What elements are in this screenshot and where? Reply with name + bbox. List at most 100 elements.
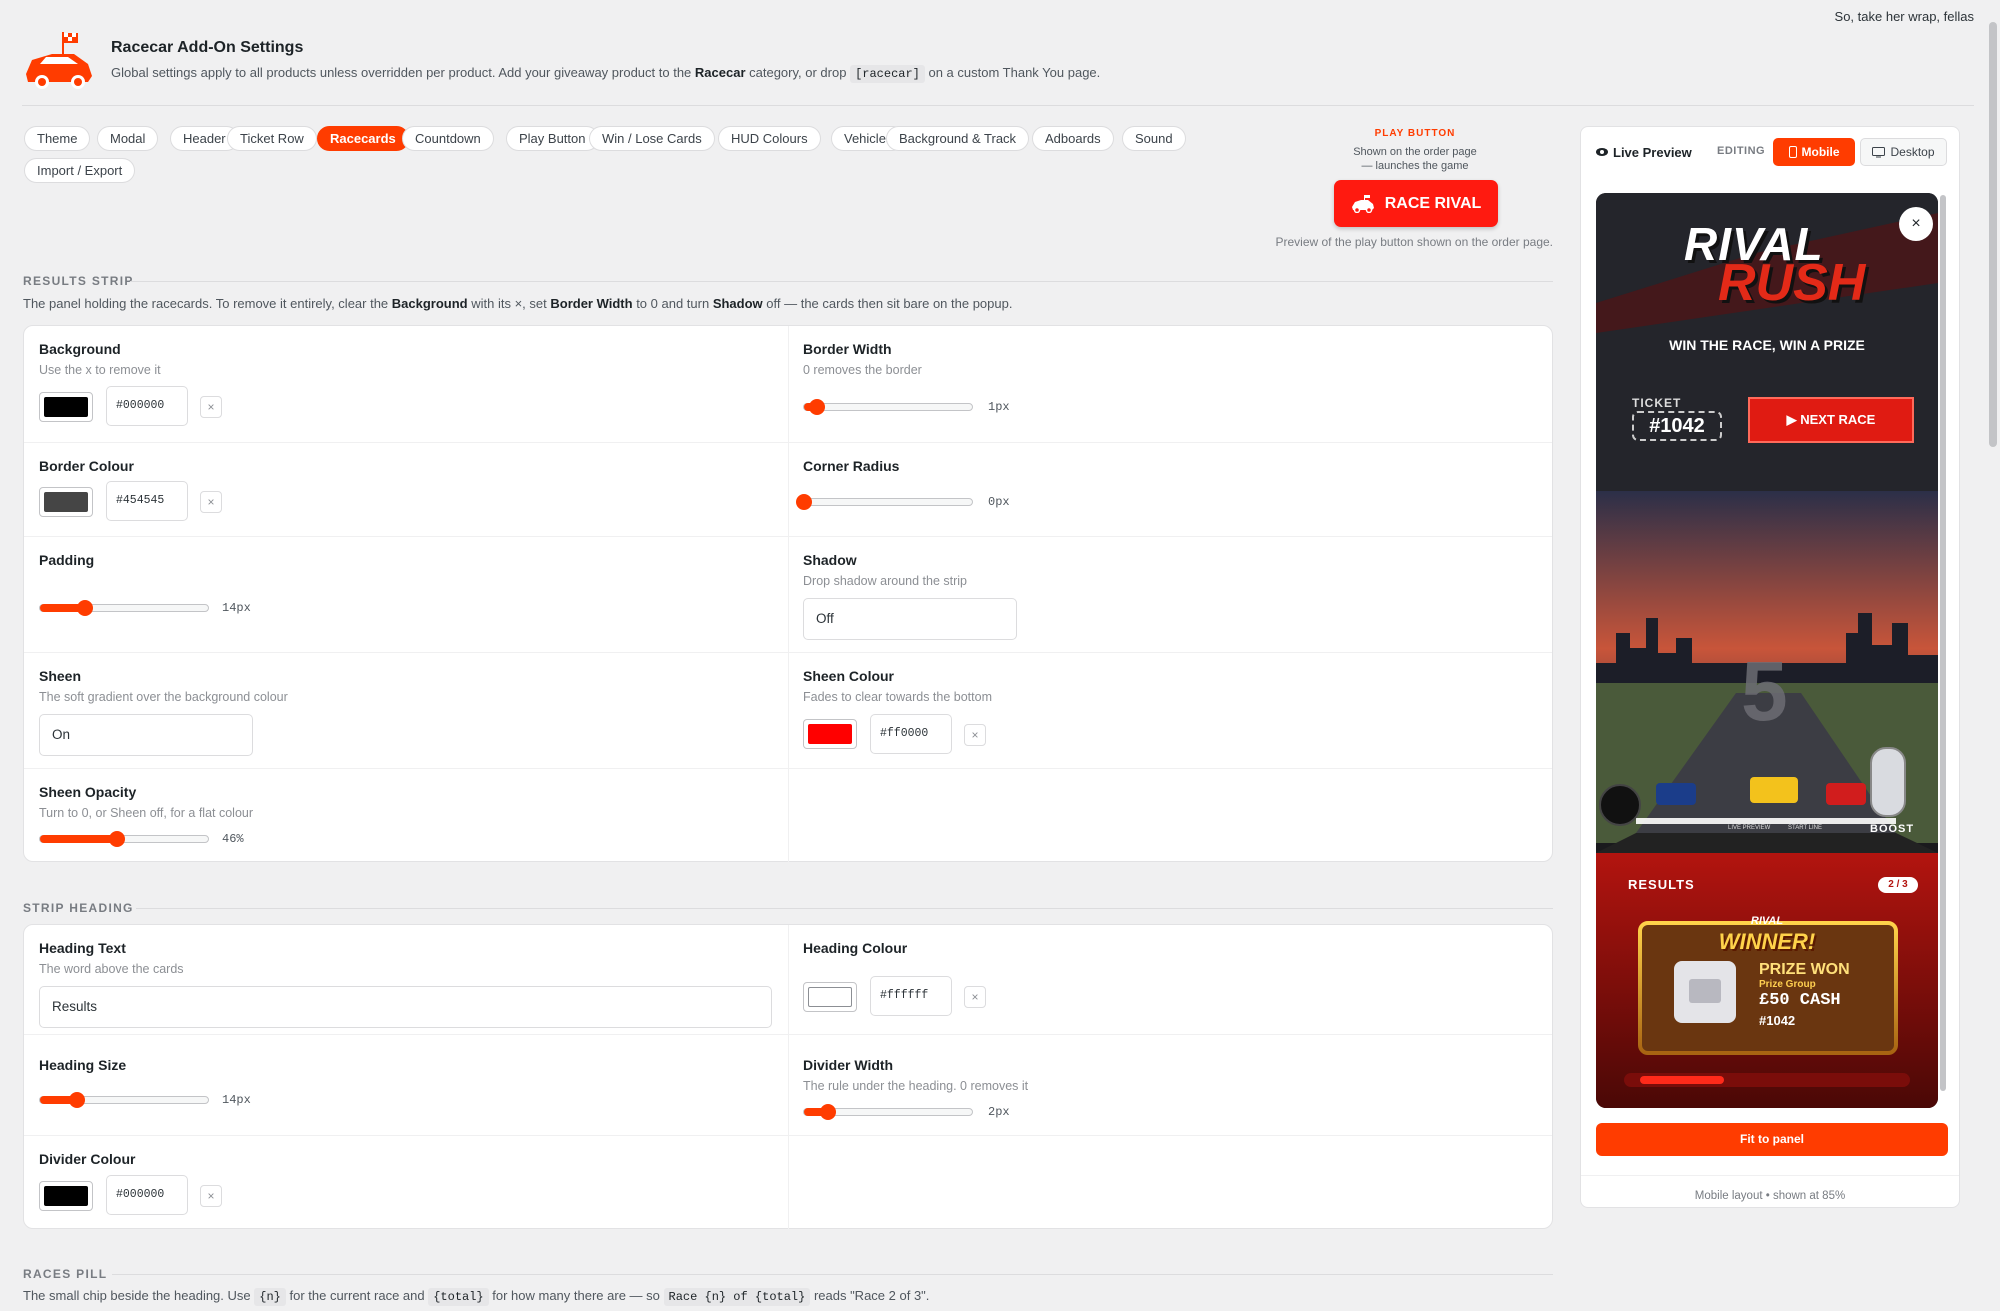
tab-adboards[interactable]: Adboards xyxy=(1032,126,1114,151)
play-button-heading: PLAY BUTTON xyxy=(1374,128,1456,139)
editing-label: EDITING xyxy=(1717,145,1766,157)
play-button-preview-note: Preview of the play button shown on the … xyxy=(1275,235,1553,249)
preview-scrollbar[interactable] xyxy=(1940,195,1948,1105)
ticket-number: #1042 xyxy=(1632,411,1722,441)
border-colour-setting: Border Colour xyxy=(39,458,134,474)
border-width-slider[interactable] xyxy=(803,399,973,415)
corner-radius-value: 0px xyxy=(988,495,1010,509)
border-colour-swatch[interactable] xyxy=(39,487,93,517)
live-preview-panel: Live Preview EDITING Mobile Desktop × RI… xyxy=(1580,126,1960,1208)
play-button-preview-box: PLAY BUTTON Shown on the order page — la… xyxy=(1280,128,1550,173)
sheen-colour-swatch[interactable] xyxy=(803,719,857,749)
winner-banner: WINNER! xyxy=(1718,929,1816,954)
sheen-colour-clear-button[interactable]: × xyxy=(964,724,986,746)
close-preview-button[interactable]: × xyxy=(1899,207,1933,241)
background-hex-input[interactable]: #000000 xyxy=(106,386,188,426)
sheen-opacity-value: 46% xyxy=(222,832,244,846)
play-button-sub-1: Shown on the order page xyxy=(1353,146,1477,158)
sheen-opacity-help: Turn to 0, or Sheen off, for a flat colo… xyxy=(39,806,254,820)
divider-colour-clear-button[interactable]: × xyxy=(200,1185,222,1207)
sheen-select[interactable]: On xyxy=(39,714,253,756)
divider-colour-hex-input[interactable]: #000000 xyxy=(106,1175,188,1215)
tab-background-track[interactable]: Background & Track xyxy=(886,126,1030,151)
divider-width-slider[interactable] xyxy=(803,1104,973,1120)
heading-colour-hex-input[interactable]: #ffffff xyxy=(870,976,952,1016)
fit-to-panel-button[interactable]: Fit to panel xyxy=(1596,1123,1948,1156)
race-rival-button[interactable]: RACE RIVAL xyxy=(1334,180,1498,227)
divider-colour-swatch[interactable] xyxy=(39,1181,93,1211)
racecar-icon xyxy=(1351,194,1374,213)
mobile-label: Mobile xyxy=(1801,145,1840,159)
divider-width-value: 2px xyxy=(988,1105,1010,1119)
sheen-colour-fill xyxy=(808,724,852,744)
shadow-select[interactable]: Off xyxy=(803,598,1017,640)
sheen-setting: Sheen The soft gradient over the backgro… xyxy=(39,668,288,704)
results-strip-card: Background Use the x to remove it #00000… xyxy=(23,325,1553,863)
padding-slider[interactable] xyxy=(39,600,209,616)
tab-countdown[interactable]: Countdown xyxy=(402,126,494,151)
heading-colour-clear-button[interactable]: × xyxy=(964,986,986,1008)
sheen-help: The soft gradient over the background co… xyxy=(39,690,288,704)
tab-modal[interactable]: Modal xyxy=(97,126,159,151)
sheen-colour-hex-input[interactable]: #ff0000 xyxy=(870,714,952,754)
sheen-label: Sheen xyxy=(39,668,82,684)
padding-value: 14px xyxy=(222,601,251,615)
corner-radius-slider[interactable] xyxy=(796,494,973,510)
row-divider xyxy=(24,536,1552,537)
slider-thumb[interactable] xyxy=(796,494,812,510)
races-pill-title: RACES PILL xyxy=(23,1267,108,1281)
tab-ticket-row[interactable]: Ticket Row xyxy=(227,126,317,151)
heading-text-setting: Heading Text The word above the cards xyxy=(39,940,184,976)
slider-thumb[interactable] xyxy=(68,1092,85,1108)
border-width-help: 0 removes the border xyxy=(803,363,922,377)
heading-size-slider[interactable] xyxy=(39,1092,209,1108)
countdown-number: 5 xyxy=(1741,644,1788,738)
tab-racecards[interactable]: Racecards xyxy=(317,126,409,151)
slider-thumb[interactable] xyxy=(819,1104,836,1120)
corner-text: So, take her wrap, fellas xyxy=(1834,9,1974,24)
tab-hud-colours[interactable]: HUD Colours xyxy=(718,126,821,151)
mobile-icon xyxy=(1788,146,1797,158)
strip-heading-title: STRIP HEADING xyxy=(23,901,134,915)
game-title-2: RUSH xyxy=(1718,254,1866,312)
ticket-label: TICKET xyxy=(1632,396,1682,410)
corner-radius-setting: Corner Radius xyxy=(803,458,899,474)
border-colour-fill xyxy=(44,492,88,512)
tab-theme[interactable]: Theme xyxy=(24,126,91,151)
tab-win-lose-cards[interactable]: Win / Lose Cards xyxy=(589,126,715,151)
next-race-button[interactable]: ▶ NEXT RACE xyxy=(1748,397,1914,443)
divider-colour-setting: Divider Colour xyxy=(39,1151,135,1167)
border-width-setting: Border Width 0 removes the border xyxy=(803,341,922,377)
border-colour-hex-input[interactable]: #454545 xyxy=(106,481,188,521)
slider-thumb[interactable] xyxy=(109,831,126,847)
preview-scrollbar-thumb[interactable] xyxy=(1940,195,1946,1091)
heading-size-label: Heading Size xyxy=(39,1057,127,1073)
tab-import-export[interactable]: Import / Export xyxy=(24,158,136,183)
sheen-opacity-setting: Sheen Opacity Turn to 0, or Sheen off, f… xyxy=(39,784,253,820)
preview-header: Live Preview EDITING Mobile Desktop xyxy=(1581,127,1959,177)
background-clear-button[interactable]: × xyxy=(200,396,222,418)
heading-colour-swatch[interactable] xyxy=(803,982,857,1012)
heading-text-input[interactable]: Results xyxy=(39,986,772,1028)
heading-colour-setting: Heading Colour xyxy=(803,940,907,956)
desktop-toggle-button[interactable]: Desktop xyxy=(1860,138,1947,166)
winner-small: RIVAL xyxy=(1750,915,1784,927)
mobile-game-preview: × RIVAL RUSH WIN THE RACE, WIN A PRIZE T… xyxy=(1596,193,1938,1108)
page-scrollbar-thumb[interactable] xyxy=(1989,22,1997,447)
tab-sound[interactable]: Sound xyxy=(1122,126,1186,151)
divider-width-setting: Divider Width The rule under the heading… xyxy=(803,1057,1028,1093)
races-pill: 2 / 3 xyxy=(1878,877,1918,893)
section-divider xyxy=(130,281,1553,282)
mobile-toggle-button[interactable]: Mobile xyxy=(1773,138,1855,166)
background-color-swatch[interactable] xyxy=(39,392,93,422)
track-note-live: LIVE PREVIEW xyxy=(1728,825,1771,831)
border-colour-clear-button[interactable]: × xyxy=(200,491,222,513)
row-divider xyxy=(24,652,1552,653)
preview-title: Live Preview xyxy=(1613,145,1692,160)
tab-play-button[interactable]: Play Button xyxy=(506,126,599,151)
page-scrollbar[interactable] xyxy=(1986,0,2000,1311)
section-divider xyxy=(112,1274,1553,1275)
sheen-opacity-slider[interactable] xyxy=(39,831,209,847)
slider-thumb[interactable] xyxy=(809,399,826,415)
slider-thumb[interactable] xyxy=(77,600,94,616)
